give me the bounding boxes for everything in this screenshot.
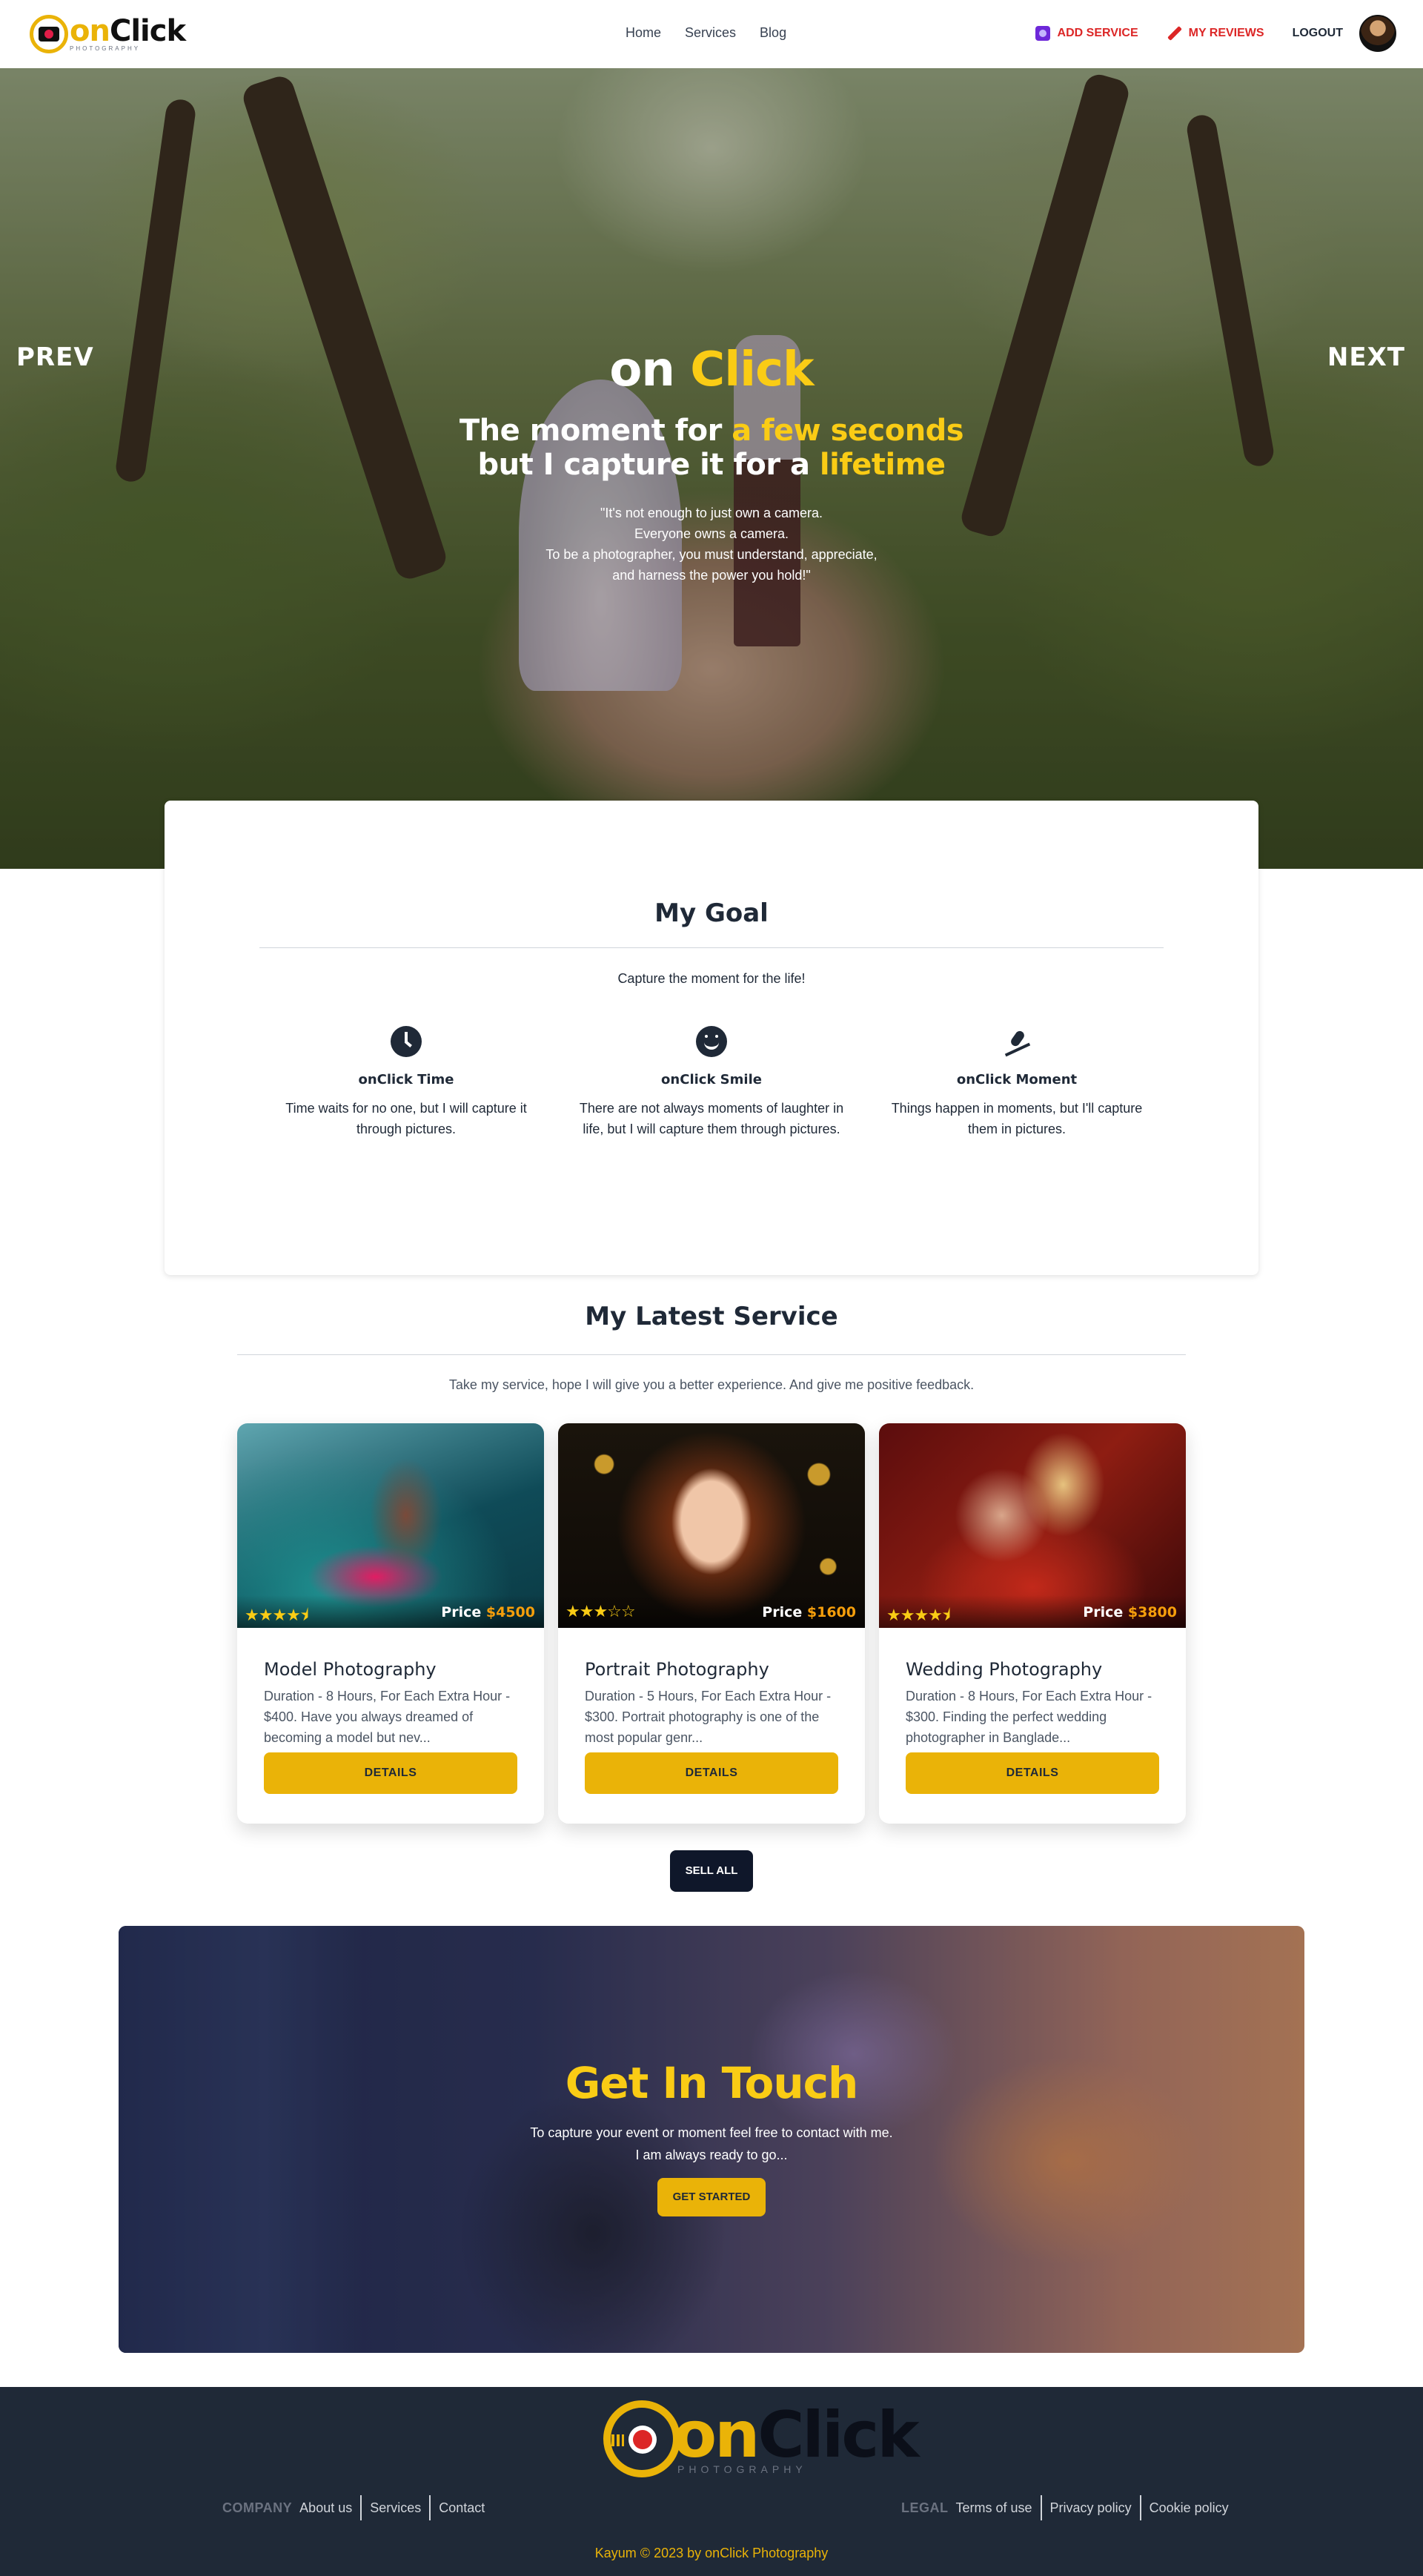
footer-link-services[interactable]: Services — [360, 2495, 429, 2520]
logo-on: on — [70, 14, 110, 48]
details-button[interactable]: DETAILS — [585, 1752, 838, 1794]
service-card: ★★★☆☆ Price $1600 Portrait Photography D… — [558, 1423, 865, 1824]
feature-title: onClick Smile — [661, 1072, 762, 1087]
footer: onClick PHOTOGRAPHY COMPANY About us Ser… — [0, 2387, 1423, 2576]
navbar: onClick PHOTOGRAPHY Home Services Blog A… — [0, 0, 1423, 68]
hero-content: on Click The moment for a few seconds bu… — [0, 342, 1423, 586]
footer-logo-click: Click — [757, 2398, 919, 2472]
service-title: Portrait Photography — [585, 1659, 769, 1680]
site-logo[interactable]: onClick PHOTOGRAPHY — [30, 14, 186, 53]
hero-title: on Click — [0, 342, 1423, 397]
pencil-icon — [1167, 26, 1181, 41]
latest-service-subtitle: Take my service, hope I will give you a … — [448, 1377, 975, 1392]
add-service-link[interactable]: ADD SERVICE — [1035, 26, 1138, 41]
see-all-button[interactable]: SELL ALL — [670, 1850, 753, 1892]
feature-smile: onClick Smile There are not always momen… — [571, 1026, 852, 1139]
footer-link-contact[interactable]: Contact — [429, 2495, 493, 2520]
add-photo-icon — [1035, 26, 1050, 41]
get-started-button[interactable]: GET STARTED — [657, 2178, 766, 2216]
get-in-touch-banner: Get In Touch To capture your event or mo… — [119, 1926, 1304, 2353]
divider — [237, 1354, 1186, 1355]
touch-title: Get In Touch — [565, 2058, 859, 2108]
service-title: Model Photography — [264, 1659, 437, 1680]
touch-text: To capture your event or moment feel fre… — [530, 2125, 893, 2162]
hero-line1-a: The moment for — [459, 414, 722, 448]
footer-link-about[interactable]: About us — [299, 2495, 360, 2520]
hero-line1-b: a few seconds — [732, 414, 964, 448]
details-button[interactable]: DETAILS — [264, 1752, 517, 1794]
my-reviews-label: MY REVIEWS — [1188, 27, 1264, 39]
feature-moment: onClick Moment Things happen in moments,… — [876, 1026, 1158, 1139]
hero-title-on: on — [609, 342, 675, 397]
service-title: Wedding Photography — [906, 1659, 1103, 1680]
main-nav: Home Services Blog — [626, 25, 786, 41]
company-links: COMPANY About us Services Contact — [222, 2495, 493, 2520]
smile-icon — [696, 1026, 727, 1057]
service-card: ★★★★⯨ Price $4500 Model Photography Dura… — [237, 1423, 544, 1824]
goal-title: My Goal — [654, 898, 769, 928]
hero-line2-a: but I capture it for a — [477, 448, 810, 482]
footer-logo[interactable]: onClick PHOTOGRAPHY — [603, 2398, 920, 2477]
logo-click: Click — [109, 14, 186, 48]
rating-stars: ★★★☆☆ — [565, 1603, 636, 1621]
latest-service-title: My Latest Service — [585, 1302, 838, 1331]
feature-text: Things happen in moments, but I'll captu… — [891, 1101, 1143, 1136]
hero-title-click: Click — [690, 342, 814, 397]
skiing-icon — [1001, 1026, 1032, 1057]
user-nav: ADD SERVICE MY REVIEWS LOGOUT — [1035, 15, 1396, 52]
camera-logo-icon — [30, 15, 68, 53]
nav-link-services[interactable]: Services — [685, 25, 736, 41]
my-reviews-link[interactable]: MY REVIEWS — [1167, 26, 1264, 41]
feature-time: onClick Time Time waits for no one, but … — [265, 1026, 547, 1139]
clock-icon — [391, 1026, 422, 1057]
feature-text: There are not always moments of laughter… — [579, 1101, 844, 1136]
rating-stars: ★★★★⯨ — [245, 1606, 309, 1625]
footer-link-terms[interactable]: Terms of use — [956, 2495, 1041, 2520]
legal-links: LEGAL Terms of use Privacy policy Cookie… — [901, 2495, 1237, 2520]
quote-line: and harness the power you hold!" — [612, 568, 811, 583]
details-button[interactable]: DETAILS — [906, 1752, 1159, 1794]
legal-label: LEGAL — [901, 2500, 949, 2515]
service-price: Price $3800 — [1083, 1604, 1177, 1620]
service-description: Duration - 5 Hours, For Each Extra Hour … — [585, 1689, 832, 1745]
divider — [259, 947, 1164, 948]
goal-card: My Goal Capture the moment for the life!… — [165, 801, 1258, 1275]
hero-line2-b: lifetime — [819, 448, 946, 482]
nav-link-blog[interactable]: Blog — [760, 25, 786, 41]
feature-title: onClick Moment — [956, 1072, 1078, 1087]
nav-link-home[interactable]: Home — [626, 25, 661, 41]
service-description: Duration - 8 Hours, For Each Extra Hour … — [264, 1689, 511, 1745]
hero-quote: "It's not enough to just own a camera. E… — [0, 503, 1423, 586]
footer-logo-on: on — [673, 2398, 760, 2472]
hero-carousel: PREV NEXT on Click The moment for a few … — [0, 68, 1423, 869]
copyright: Kayum © 2023 by onClick Photography — [594, 2546, 829, 2560]
touch-content: Get In Touch To capture your event or mo… — [119, 2058, 1304, 2216]
quote-line: "It's not enough to just own a camera. — [600, 506, 823, 520]
service-card: ★★★★⯨ Price $3800 Wedding Photography Du… — [879, 1423, 1186, 1824]
service-price: Price $4500 — [441, 1604, 535, 1620]
rating-stars: ★★★★⯨ — [886, 1606, 951, 1625]
service-price: Price $1600 — [762, 1604, 856, 1620]
feature-text: Time waits for no one, but I will captur… — [285, 1101, 527, 1136]
service-description: Duration - 8 Hours, For Each Extra Hour … — [906, 1689, 1152, 1745]
feature-title: onClick Time — [358, 1072, 454, 1087]
company-label: COMPANY — [222, 2500, 293, 2515]
quote-line: Everyone owns a camera. — [634, 526, 789, 541]
hero-subtitle: The moment for a few seconds but I captu… — [0, 414, 1423, 482]
logout-button[interactable]: LOGOUT — [1293, 27, 1343, 40]
footer-link-cookie[interactable]: Cookie policy — [1139, 2495, 1237, 2520]
quote-line: To be a photographer, you must understan… — [545, 547, 878, 562]
goal-tagline: Capture the moment for the life! — [617, 971, 806, 986]
camera-logo-icon — [603, 2400, 680, 2477]
add-service-label: ADD SERVICE — [1057, 27, 1138, 39]
user-avatar[interactable] — [1359, 15, 1396, 52]
footer-link-privacy[interactable]: Privacy policy — [1040, 2495, 1140, 2520]
